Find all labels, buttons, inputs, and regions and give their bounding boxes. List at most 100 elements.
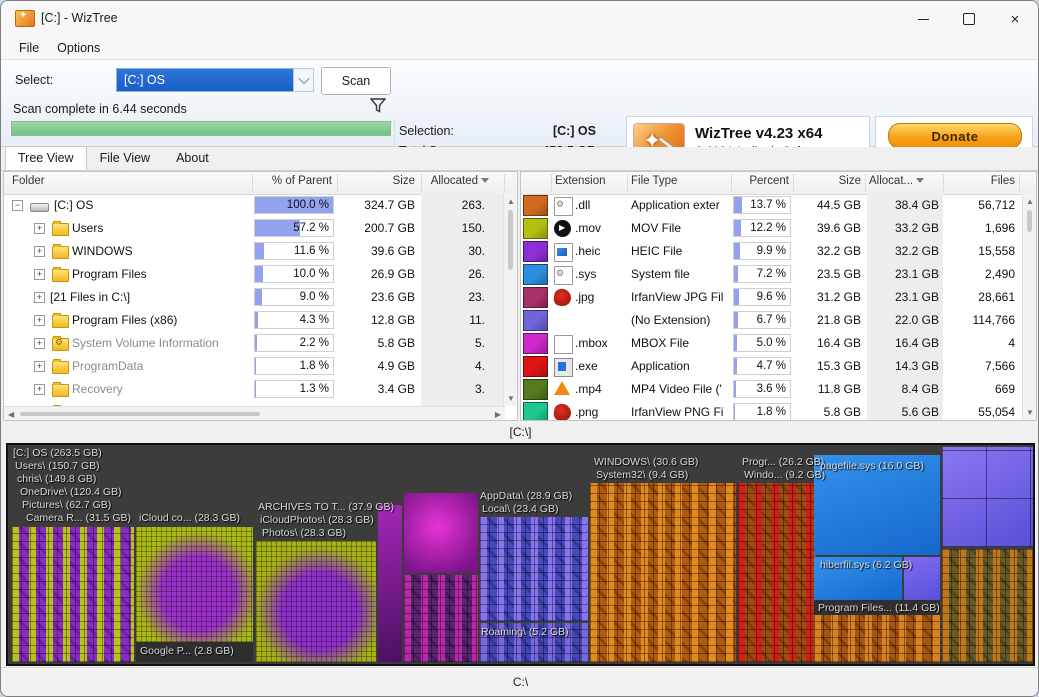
percent-bar-fill	[734, 358, 737, 374]
extension-row[interactable]: (No Extension)6.7 %21.8 GB22.0 GB114,766	[521, 309, 1036, 332]
files-count: 15,558	[945, 244, 1015, 258]
treemap[interactable]: [C:] OS (263.5 GB)Users\ (150.7 GB)chris…	[6, 443, 1035, 666]
tab-about[interactable]: About	[163, 146, 222, 170]
expand-icon[interactable]: +	[34, 223, 45, 234]
percent-bar-fill	[255, 243, 264, 259]
file-type-name: HEIC File	[631, 244, 731, 258]
expand-icon[interactable]: +	[34, 384, 45, 395]
col-ext-allocated[interactable]: Allocat...	[867, 175, 931, 187]
col-percent-of-parent[interactable]: % of Parent	[254, 175, 332, 187]
tree-horizontal-scrollbar[interactable]: ◀ ▶	[4, 406, 505, 420]
tree-row[interactable]: +WINDOWS11.6 %39.6 GB30.	[4, 240, 517, 263]
folder-name: Recovery	[72, 382, 123, 396]
extension-name: .exe	[575, 359, 598, 373]
treemap-block-magenta-tiles[interactable]	[404, 575, 478, 662]
treemap-label: OneDrive\ (120.4 GB)	[20, 486, 122, 498]
expand-icon[interactable]: +	[34, 292, 45, 303]
tab-tree-view[interactable]: Tree View	[5, 146, 87, 170]
extension-row[interactable]: .movMOV File12.2 %39.6 GB33.2 GB1,696	[521, 217, 1036, 240]
extension-rows: .dllApplication exter13.7 %44.5 GB38.4 G…	[521, 194, 1036, 420]
ext-vertical-scrollbar[interactable]: ▲ ▼	[1022, 194, 1036, 420]
size-value: 324.7 GB	[339, 198, 415, 212]
percent-bar: 5.0 %	[733, 334, 791, 352]
minimize-button[interactable]	[900, 1, 946, 37]
extension-row[interactable]: .mp4MP4 Video File ('3.6 %11.8 GB8.4 GB6…	[521, 378, 1036, 401]
drive-select[interactable]: [C:] OS	[116, 68, 314, 92]
percent-value: 9.9 %	[757, 245, 786, 257]
percent-value: 1.8 %	[757, 406, 786, 418]
treemap-block-right-bottom[interactable]	[942, 549, 1035, 662]
tree-row[interactable]: +ProgramData1.8 %4.9 GB4.	[4, 355, 517, 378]
menu-item-options[interactable]: Options	[49, 39, 108, 57]
folder-icon	[52, 361, 69, 374]
file-type-name: MOV File	[631, 221, 731, 235]
extension-row[interactable]: .sysSystem file7.2 %23.5 GB23.1 GB2,490	[521, 263, 1036, 286]
files-count: 2,490	[945, 267, 1015, 281]
extension-row[interactable]: .jpgIrfanView JPG Fil9.6 %31.2 GB23.1 GB…	[521, 286, 1036, 309]
treemap-label: WINDOWS\ (30.6 GB)	[594, 456, 698, 468]
tree-row[interactable]: +Users57.2 %200.7 GB150.	[4, 217, 517, 240]
collapse-icon[interactable]: −	[12, 200, 23, 211]
expand-icon[interactable]: +	[34, 315, 45, 326]
col-extension[interactable]: Extension	[555, 175, 606, 187]
filter-icon[interactable]	[370, 98, 386, 118]
extension-row[interactable]: .heicHEIC File9.9 %32.2 GB32.2 GB15,558	[521, 240, 1036, 263]
window-title: [C:] - WizTree	[41, 11, 118, 25]
treemap-block-violet-column[interactable]	[378, 505, 402, 662]
col-ext-files[interactable]: Files	[945, 175, 1015, 187]
expand-icon[interactable]: +	[34, 269, 45, 280]
col-size[interactable]: Size	[339, 175, 415, 187]
percent-value: 7.2 %	[757, 268, 786, 280]
treemap-label: [C:] OS (263.5 GB)	[13, 447, 102, 459]
tree-vertical-scrollbar[interactable]: ▲ ▼	[503, 194, 517, 406]
tree-row[interactable]: +[21 Files in C:\]9.0 %23.6 GB23.	[4, 286, 517, 309]
col-ext-percent[interactable]: Percent	[733, 175, 789, 187]
tree-row[interactable]: +Program Files (x86)4.3 %12.8 GB11.	[4, 309, 517, 332]
col-ext-size[interactable]: Size	[795, 175, 861, 187]
treemap-block-archives-photos[interactable]	[256, 541, 376, 662]
percent-value: 6.7 %	[757, 314, 786, 326]
treemap-block-camera-roll[interactable]	[12, 527, 134, 662]
donate-button[interactable]: Donate	[888, 123, 1022, 149]
treemap-block-program-files-col[interactable]	[738, 483, 816, 662]
col-file-type[interactable]: File Type	[631, 175, 677, 187]
extension-row[interactable]: .dllApplication exter13.7 %44.5 GB38.4 G…	[521, 194, 1036, 217]
treemap-block-pf-mosaic[interactable]	[814, 615, 940, 662]
extension-row[interactable]: .pngIrfanView PNG Fi1.8 %5.8 GB5.6 GB55,…	[521, 401, 1036, 421]
col-allocated[interactable]: Allocated	[423, 175, 489, 187]
expand-icon[interactable]: +	[34, 246, 45, 257]
treemap-label: Roaming\ (5.2 GB)	[481, 626, 569, 638]
irfanview-icon	[553, 403, 572, 421]
expand-icon[interactable]: +	[34, 338, 45, 349]
percent-bar-fill	[255, 381, 256, 397]
scan-button[interactable]: Scan	[321, 67, 391, 95]
allocated-value: 263.	[423, 198, 485, 212]
treemap-block-right-violet[interactable]	[942, 447, 1035, 547]
menu-item-file[interactable]: File	[11, 39, 47, 57]
tree-row[interactable]: +Program Files10.0 %26.9 GB26.	[4, 263, 517, 286]
tree-row[interactable]: +Recovery1.3 %3.4 GB3.	[4, 378, 517, 401]
treemap-block-windows[interactable]	[590, 483, 736, 662]
extension-row[interactable]: .exeApplication4.7 %15.3 GB14.3 GB7,566	[521, 355, 1036, 378]
tab-file-view[interactable]: File View	[87, 146, 163, 170]
extension-row[interactable]: .mboxMBOX File5.0 %16.4 GB16.4 GB4	[521, 332, 1036, 355]
tree-row[interactable]: +System Volume Information2.2 %5.8 GB5.	[4, 332, 517, 355]
expand-icon[interactable]: +	[34, 361, 45, 372]
treemap-label: iCloud co... (28.3 GB)	[139, 512, 240, 524]
treemap-block-icloud-copy[interactable]	[136, 527, 253, 642]
files-count: 28,661	[945, 290, 1015, 304]
percent-value: 4.3 %	[300, 314, 329, 326]
maximize-button[interactable]	[946, 1, 992, 37]
chevron-down-icon[interactable]	[293, 68, 314, 92]
treemap-block-magenta-glow[interactable]	[404, 493, 478, 573]
tree-grid-header: Folder % of Parent Size Allocated	[4, 172, 517, 195]
extension-name: .mov	[575, 221, 601, 235]
close-button[interactable]: ×	[992, 1, 1038, 37]
percent-bar-fill	[734, 312, 738, 328]
size-value: 11.8 GB	[795, 382, 861, 396]
treemap-label: Local\ (23.4 GB)	[482, 503, 558, 515]
tree-row[interactable]: −[C:] OS100.0 %324.7 GB263.	[4, 194, 517, 217]
col-folder[interactable]: Folder	[12, 175, 45, 187]
percent-bar: 3.6 %	[733, 380, 791, 398]
treemap-block-appdata-local[interactable]	[480, 517, 588, 621]
